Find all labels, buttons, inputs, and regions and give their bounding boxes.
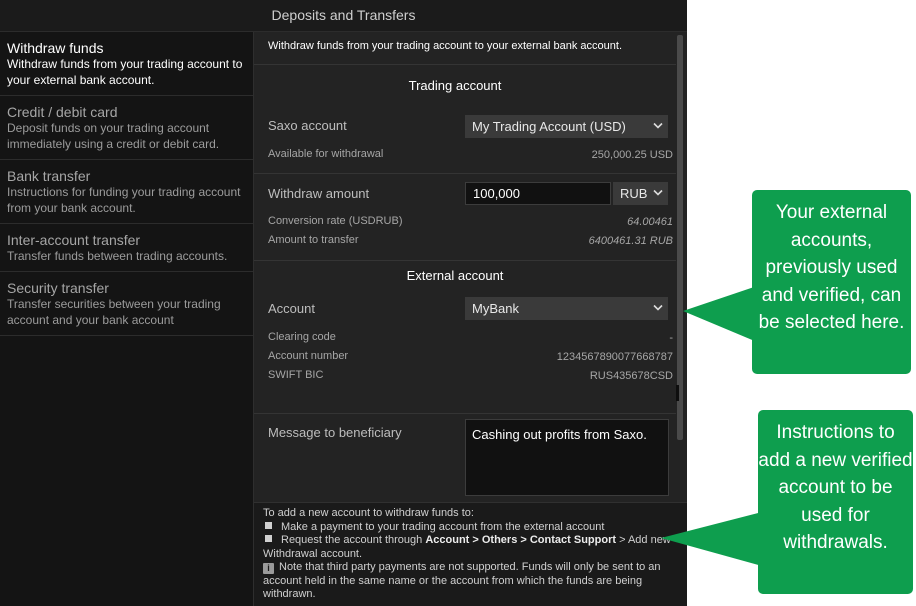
account-number-label: Account number [268, 350, 349, 362]
available-value: 250,000.25 USD [591, 149, 673, 161]
scrollbar[interactable] [677, 35, 683, 440]
note-text: Note that third party payments are not s… [263, 561, 661, 600]
sidebar-item-title: Withdraw funds [7, 40, 104, 56]
amount-to-transfer-value: 6400461.31 RUB [588, 235, 673, 247]
deposits-transfers-window: Deposits and Transfers Withdraw funds Wi… [0, 0, 687, 606]
account-label: Account [268, 301, 315, 316]
swift-bic-value: RUS435678CSD [589, 370, 673, 382]
account-number-value: 1234567890077668787 [556, 351, 673, 363]
sidebar-item-description: Instructions for funding your trading ac… [7, 185, 241, 215]
add-account-instructions: To add a new account to withdraw funds t… [254, 502, 687, 606]
form-intro: Withdraw funds from your trading account… [268, 40, 623, 52]
sidebar-item-description: Transfer securities between your trading… [7, 297, 221, 327]
callout-add-account: Instructions to add a new verified accou… [758, 410, 913, 594]
external-account-select[interactable]: MyBank [465, 297, 668, 320]
saxo-account-label: Saxo account [268, 118, 347, 133]
sidebar-item-bank-transfer[interactable]: Bank transfer Instructions for funding y… [0, 160, 253, 224]
bullet-icon [265, 535, 272, 542]
window-title: Deposits and Transfers [0, 0, 687, 32]
sidebar-item-inter-account-transfer[interactable]: Inter-account transfer Transfer funds be… [0, 224, 253, 272]
chevron-down-icon [653, 122, 663, 129]
trading-account-heading: Trading account [408, 78, 502, 93]
chevron-down-icon [653, 189, 663, 196]
currency-value: RUB [620, 186, 648, 201]
divider [254, 64, 676, 65]
info-icon: i [263, 563, 274, 574]
instruction-item: Request the account through Account > Ot… [263, 534, 679, 561]
amount-to-transfer-label: Amount to transfer [268, 234, 359, 246]
conversion-rate-label: Conversion rate (USDRUB) [268, 215, 403, 227]
external-account-heading: External account [406, 268, 504, 283]
conversion-rate-value: 64.00461 [627, 216, 673, 228]
instructions-intro: To add a new account to withdraw funds t… [263, 507, 474, 519]
sidebar-item-title: Credit / debit card [7, 104, 118, 120]
withdraw-amount-input[interactable]: 100,000 [465, 182, 611, 205]
sidebar-item-security-transfer[interactable]: Security transfer Transfer securities be… [0, 272, 253, 336]
scrollbar-notch [676, 385, 679, 401]
sidebar-item-title: Inter-account transfer [7, 232, 141, 248]
message-label: Message to beneficiary [268, 425, 402, 440]
instruction-item: Make a payment to your trading account f… [263, 521, 679, 535]
instruction-note: i Note that third party payments are not … [263, 561, 679, 602]
divider [254, 173, 676, 174]
chevron-down-icon [653, 304, 663, 311]
callout-top-arrow [683, 286, 757, 342]
clearing-code-value: - [669, 332, 673, 344]
sidebar: Withdraw funds Withdraw funds from your … [0, 32, 253, 606]
saxo-account-select[interactable]: My Trading Account (USD) [465, 115, 668, 138]
withdraw-amount-label: Withdraw amount [268, 186, 370, 201]
sidebar-item-title: Security transfer [7, 280, 109, 296]
bullet-icon [265, 521, 272, 529]
instruction-text: Request the account through [281, 534, 426, 546]
sidebar-item-withdraw-funds[interactable]: Withdraw funds Withdraw funds from your … [0, 32, 253, 96]
sidebar-item-description: Deposit funds on your trading account im… [7, 121, 220, 151]
divider [254, 413, 676, 414]
withdraw-form: Withdraw funds from your trading account… [253, 32, 687, 606]
message-textarea[interactable]: Cashing out profits from Saxo. [465, 419, 669, 496]
saxo-account-value: My Trading Account (USD) [472, 119, 626, 134]
swift-bic-label: SWIFT BIC [268, 369, 324, 381]
external-account-value: MyBank [472, 301, 519, 316]
sidebar-item-title: Bank transfer [7, 168, 91, 184]
callout-external-accounts: Your external accounts, previously used … [752, 190, 911, 374]
clearing-code-label: Clearing code [268, 331, 336, 343]
instruction-path: Account > Others > Contact Support [425, 534, 617, 546]
sidebar-item-description: Transfer funds between trading accounts. [7, 249, 228, 263]
sidebar-item-credit-debit-card[interactable]: Credit / debit card Deposit funds on you… [0, 96, 253, 160]
currency-select[interactable]: RUB [613, 182, 668, 205]
available-label: Available for withdrawal [268, 148, 384, 160]
divider [254, 260, 676, 261]
instruction-text: Make a payment to your trading account f… [281, 520, 605, 533]
sidebar-item-description: Withdraw funds from your trading account… [7, 57, 243, 87]
